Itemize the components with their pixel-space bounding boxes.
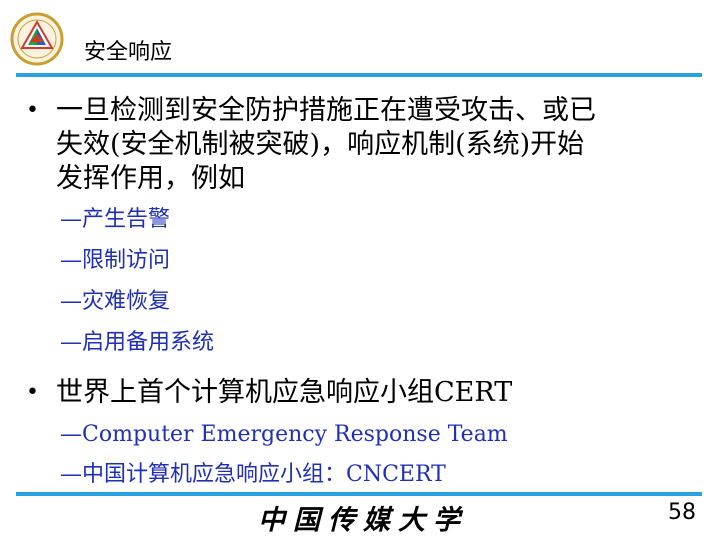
bullet-marker: • (26, 380, 39, 405)
slide-title: 安全响应 (84, 40, 173, 65)
bullet-text: 世界上首个计算机应急响应小组CERT (56, 376, 512, 410)
subitem-alert: —产生告警 (60, 207, 171, 232)
bullet-marker: • (26, 98, 39, 123)
subitem-cert-full-name: —Computer Emergency Response Team (60, 422, 508, 447)
subitem-cncert: —中国计算机应急响应小组：CNCERT (60, 462, 446, 487)
footer-divider (16, 492, 702, 496)
header-divider (16, 73, 702, 77)
subitem-restrict-access: —限制访问 (60, 248, 171, 273)
bullet-line: 失效(安全机制被突破)，响应机制(系统)开始 (56, 129, 585, 160)
university-name-calligraphy: 中国传媒大学 (258, 505, 468, 536)
bullet-text: 一旦检测到安全防护措施正在遭受攻击、或已 失效(安全机制被突破)，响应机制(系统… (56, 94, 596, 196)
bullet-line: 一旦检测到安全防护措施正在遭受攻击、或已 (56, 95, 596, 126)
bullet-line: 世界上首个计算机应急响应小组CERT (56, 377, 513, 408)
university-logo (10, 12, 64, 66)
subitem-backup-system: —启用备用系统 (60, 330, 215, 355)
subitem-disaster-recovery: —灾难恢复 (60, 289, 171, 314)
bullet-line: 发挥作用，例如 (56, 163, 245, 194)
page-number: 58 (668, 500, 696, 525)
